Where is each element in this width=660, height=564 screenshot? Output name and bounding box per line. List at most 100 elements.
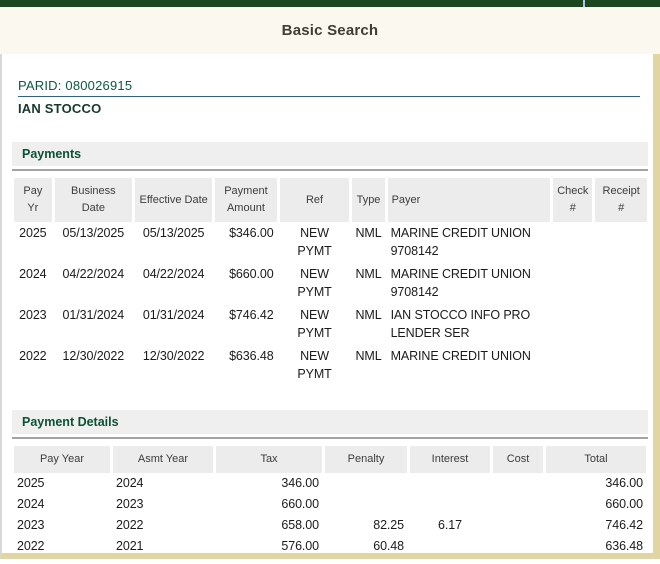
- page-title: Basic Search: [282, 22, 379, 39]
- col-business-date: Business Date: [55, 178, 132, 222]
- col-check-no: Check #: [553, 178, 592, 222]
- parid-label: PARID:: [18, 78, 62, 93]
- section-rule: [12, 437, 648, 439]
- detail-row: 2025 2024 346.00 346.00: [14, 473, 646, 494]
- total: 346.00: [546, 473, 646, 494]
- business-date: 12/30/2022: [55, 345, 132, 386]
- pay-yr: 2023: [14, 304, 52, 345]
- col-cost: Cost: [493, 446, 543, 473]
- tax: 660.00: [216, 494, 322, 515]
- col-ref: Ref: [280, 178, 350, 222]
- pay-yr: 2024: [14, 263, 52, 304]
- pay-year: 2022: [14, 536, 110, 557]
- cost: [493, 515, 543, 536]
- col-asmt-year: Asmt Year: [113, 446, 213, 473]
- receipt-no: [595, 222, 647, 263]
- asmt-year: 2021: [113, 536, 213, 557]
- ref: NEW PYMT: [280, 222, 350, 263]
- ref: NEW PYMT: [280, 304, 350, 345]
- effective-date: 12/30/2022: [135, 345, 212, 386]
- col-effective-date: Effective Date: [135, 178, 212, 222]
- effective-date: 05/13/2025: [135, 222, 212, 263]
- asmt-year: 2024: [113, 473, 213, 494]
- title-band: Basic Search: [0, 7, 660, 54]
- col-interest: Interest: [410, 446, 490, 473]
- cost: [493, 473, 543, 494]
- payment-row: 2024 04/22/2024 04/22/2024 $660.00 NEW P…: [14, 263, 647, 304]
- ref: NEW PYMT: [280, 263, 350, 304]
- col-penalty: Penalty: [325, 446, 407, 473]
- ref: NEW PYMT: [280, 345, 350, 386]
- pay-yr: 2022: [14, 345, 52, 386]
- penalty: [325, 473, 407, 494]
- effective-date: 04/22/2024: [135, 263, 212, 304]
- interest: [410, 536, 490, 557]
- payments-table: Pay Yr Business Date Effective Date Paym…: [11, 178, 650, 386]
- total: 746.42: [546, 515, 646, 536]
- payment-amount: $660.00: [215, 263, 276, 304]
- detail-row: 2023 2022 658.00 82.25 6.17 746.42: [14, 515, 646, 536]
- interest: [410, 473, 490, 494]
- payments-header-row: Pay Yr Business Date Effective Date Paym…: [14, 178, 647, 222]
- payer: MARINE CREDIT UNION: [388, 345, 551, 386]
- payer: IAN STOCCO INFO PRO LENDER SER: [388, 304, 551, 345]
- tax: 346.00: [216, 473, 322, 494]
- owner-name: IAN STOCCO: [18, 101, 650, 116]
- cost: [493, 536, 543, 557]
- pay-year: 2025: [14, 473, 110, 494]
- business-date: 05/13/2025: [55, 222, 132, 263]
- type: NML: [352, 222, 384, 263]
- detail-row: 2022 2021 576.00 60.48 636.48: [14, 536, 646, 557]
- col-tax: Tax: [216, 446, 322, 473]
- type: NML: [352, 304, 384, 345]
- pay-year: 2023: [14, 515, 110, 536]
- check-no: [553, 345, 592, 386]
- payment-amount: $746.42: [215, 304, 276, 345]
- payments-section: Payments Pay Yr Business Date Effective …: [12, 142, 650, 386]
- col-receipt-no: Receipt #: [595, 178, 647, 222]
- check-no: [553, 222, 592, 263]
- parid-line: PARID: 080026915: [18, 78, 640, 97]
- col-type: Type: [352, 178, 384, 222]
- payments-section-title: Payments: [12, 142, 648, 166]
- payment-details-section-title: Payment Details: [12, 410, 648, 434]
- content-panel: PARID: 080026915 IAN STOCCO Payments Pay…: [0, 54, 660, 559]
- total: 660.00: [546, 494, 646, 515]
- type: NML: [352, 345, 384, 386]
- business-date: 04/22/2024: [55, 263, 132, 304]
- asmt-year: 2023: [113, 494, 213, 515]
- business-date: 01/31/2024: [55, 304, 132, 345]
- penalty: 82.25: [325, 515, 407, 536]
- total: 636.48: [546, 536, 646, 557]
- interest: 6.17: [410, 515, 490, 536]
- receipt-no: [595, 263, 647, 304]
- details-header-row: Pay Year Asmt Year Tax Penalty Interest …: [14, 446, 646, 473]
- payment-amount: $636.48: [215, 345, 276, 386]
- payment-row: 2022 12/30/2022 12/30/2022 $636.48 NEW P…: [14, 345, 647, 386]
- check-no: [553, 263, 592, 304]
- parid-value: 080026915: [65, 78, 132, 93]
- receipt-no: [595, 345, 647, 386]
- col-pay-year: Pay Year: [14, 446, 110, 473]
- col-pay-yr: Pay Yr: [14, 178, 52, 222]
- effective-date: 01/31/2024: [135, 304, 212, 345]
- penalty: 60.48: [325, 536, 407, 557]
- payment-details-table: Pay Year Asmt Year Tax Penalty Interest …: [11, 446, 649, 557]
- payment-details-section: Payment Details Pay Year Asmt Year Tax P…: [12, 410, 650, 557]
- penalty: [325, 494, 407, 515]
- interest: [410, 494, 490, 515]
- type: NML: [352, 263, 384, 304]
- check-no: [553, 304, 592, 345]
- tax: 658.00: [216, 515, 322, 536]
- payment-amount: $346.00: [215, 222, 276, 263]
- payer: MARINE CREDIT UNION 9708142: [388, 222, 551, 263]
- payment-row: 2025 05/13/2025 05/13/2025 $346.00 NEW P…: [14, 222, 647, 263]
- detail-row: 2024 2023 660.00 660.00: [14, 494, 646, 515]
- col-payment-amount: Payment Amount: [215, 178, 276, 222]
- receipt-no: [595, 304, 647, 345]
- cost: [493, 494, 543, 515]
- header-divider: [583, 0, 585, 7]
- pay-year: 2024: [14, 494, 110, 515]
- pay-yr: 2025: [14, 222, 52, 263]
- payer: MARINE CREDIT UNION 9708142: [388, 263, 551, 304]
